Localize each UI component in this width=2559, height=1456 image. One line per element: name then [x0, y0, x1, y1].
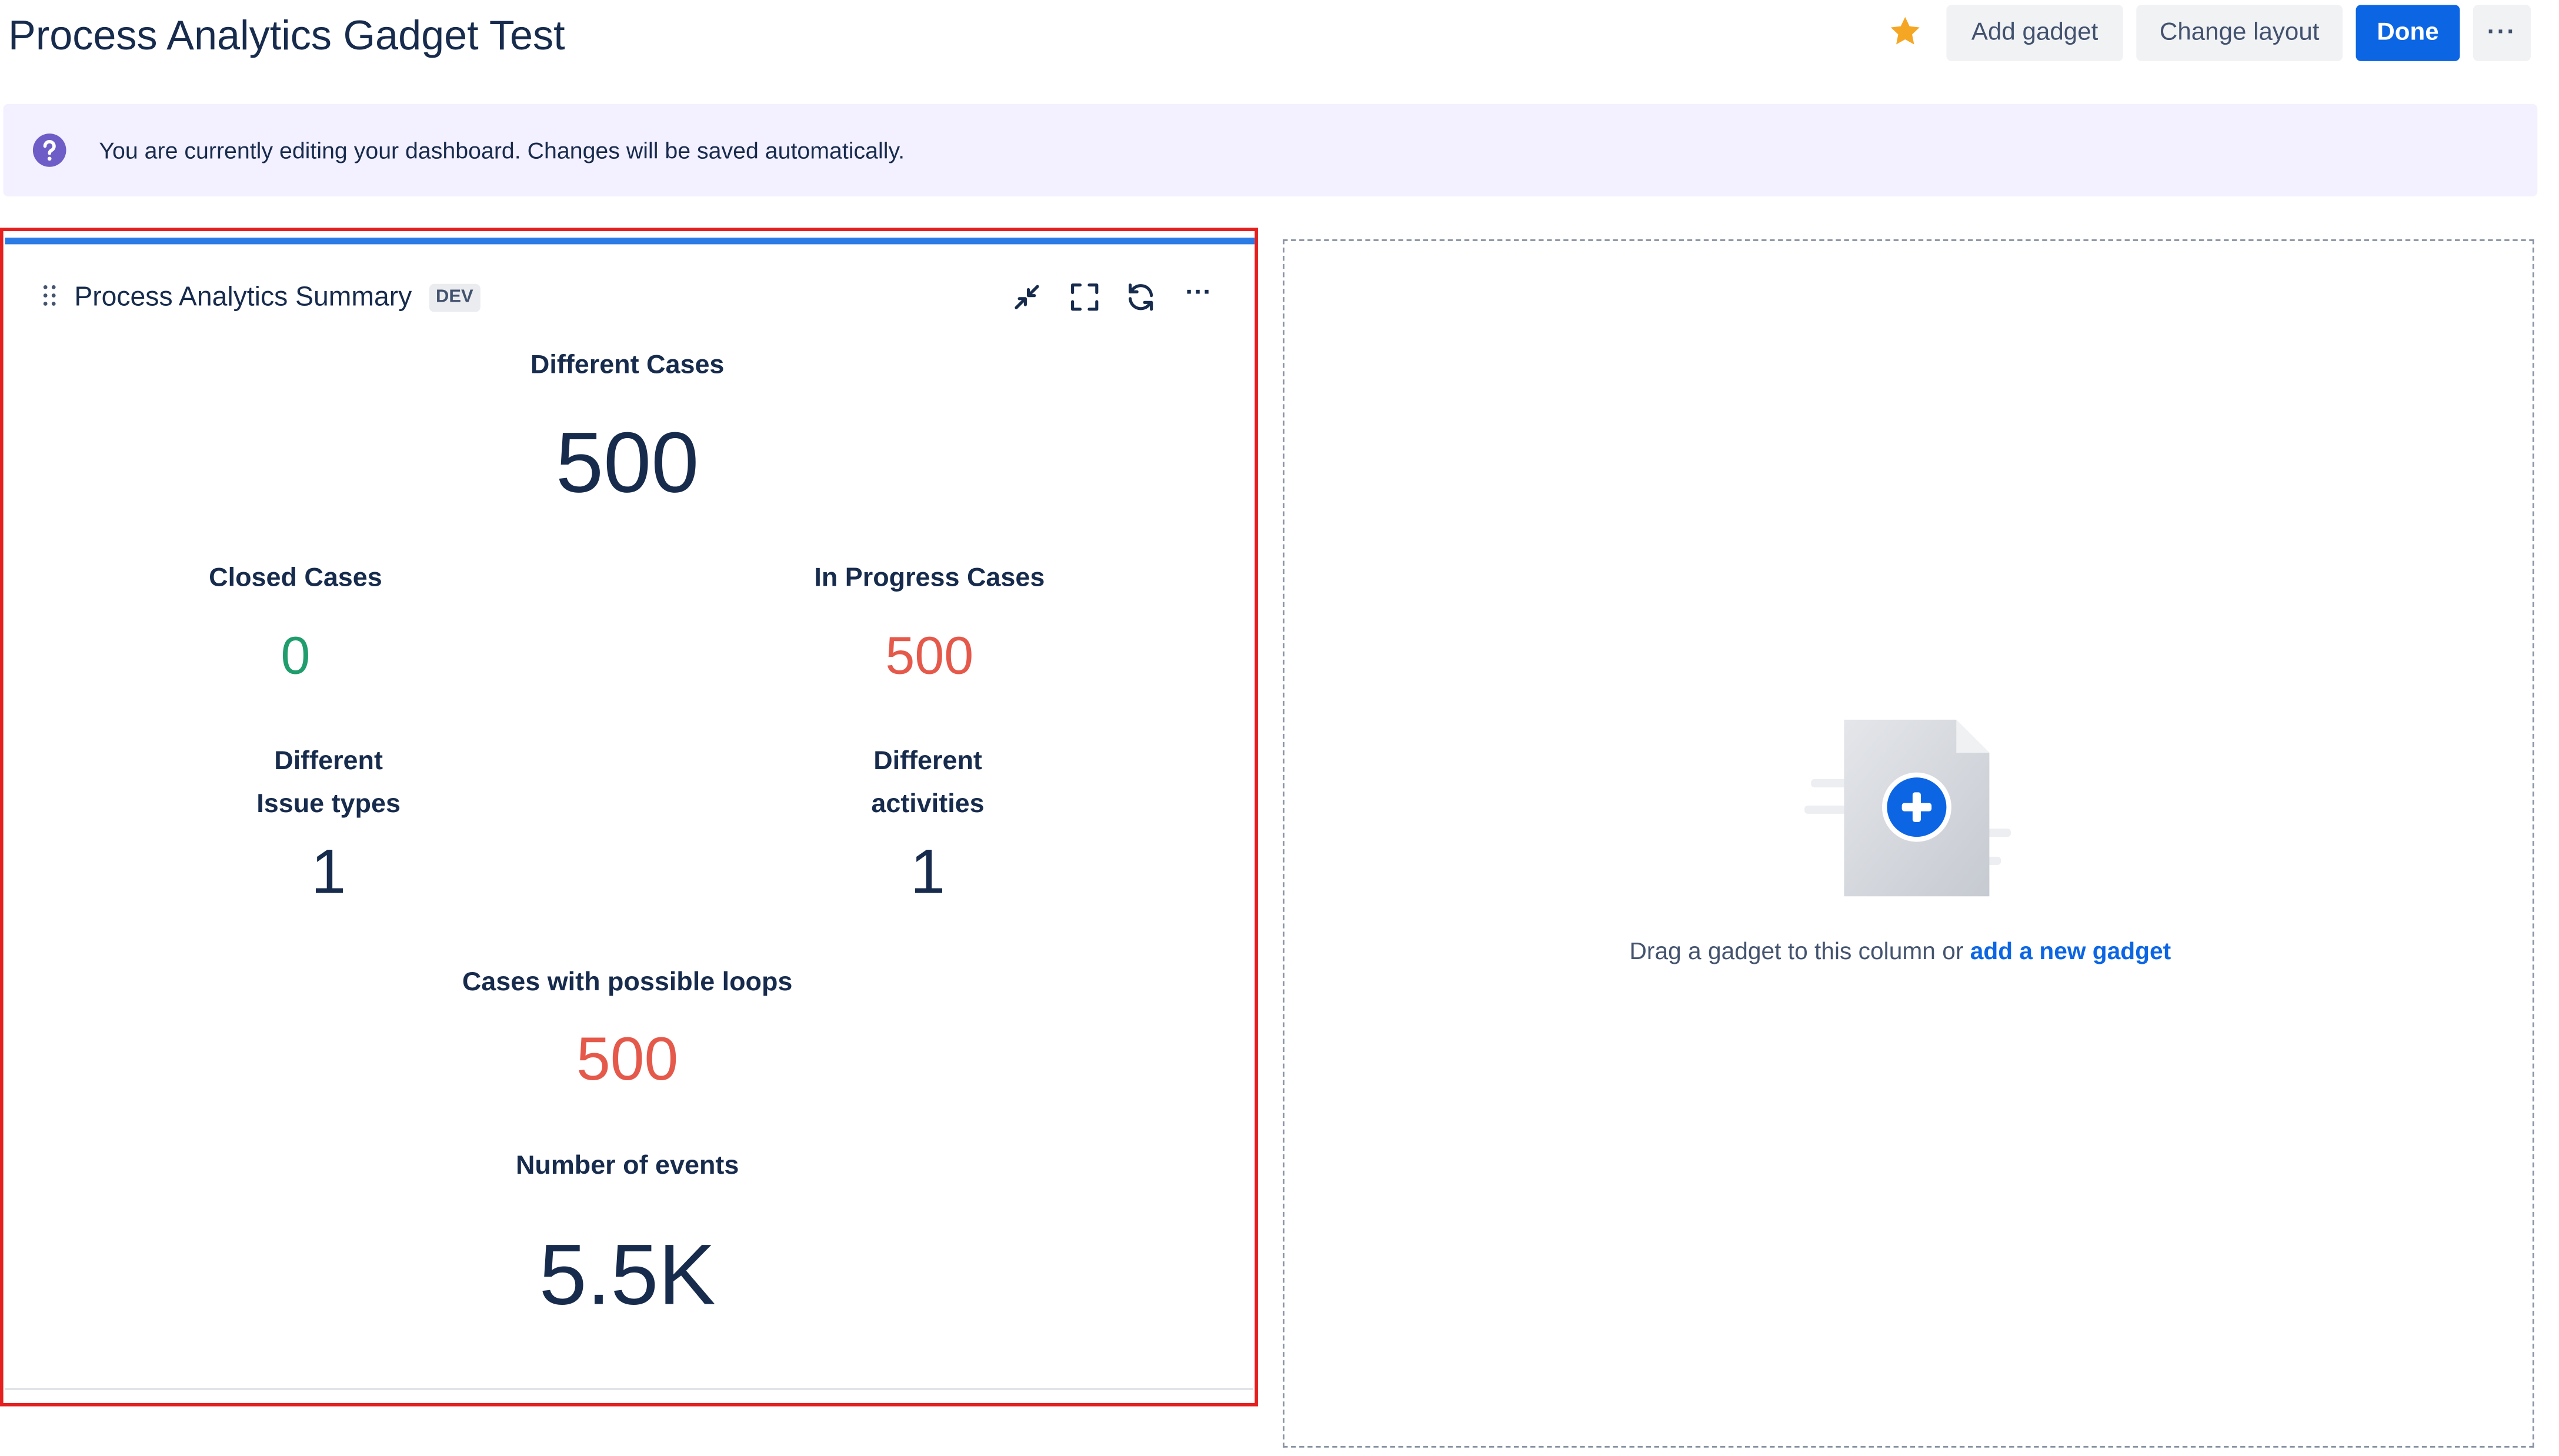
drag-handle-icon[interactable] — [41, 284, 58, 307]
more-actions-button[interactable]: ··· — [2473, 5, 2531, 61]
different-cases-label: Different Cases — [530, 351, 725, 380]
closed-cases-label: Closed Cases — [209, 564, 382, 593]
add-gadget-illustration — [1804, 719, 2011, 897]
star-icon[interactable] — [1887, 13, 1923, 49]
empty-column-message: Drag a gadget to this column or add a ne… — [1630, 936, 2171, 969]
events-value: 5.5K — [539, 1228, 716, 1324]
fullscreen-icon[interactable] — [1066, 279, 1103, 315]
add-gadget-button[interactable]: Add gadget — [1946, 5, 2123, 61]
closed-cases-value: 0 — [281, 625, 311, 685]
empty-column-text: Drag a gadget to this column or — [1629, 939, 1970, 966]
loops-value: 500 — [576, 1025, 679, 1093]
in-progress-cases-label: In Progress Cases — [814, 564, 1045, 593]
activities-label-line1: Different — [873, 747, 982, 776]
gadget-color-bar — [5, 238, 1255, 245]
gadget-title: Process Analytics Summary — [74, 282, 412, 312]
question-icon — [32, 133, 66, 167]
issue-types-label-line2: Issue types — [256, 790, 401, 819]
dev-badge: DEV — [429, 283, 480, 312]
gadget-divider — [5, 1388, 1253, 1390]
activities-value: 1 — [910, 838, 946, 908]
minimize-icon[interactable] — [1009, 279, 1045, 315]
done-button[interactable]: Done — [2356, 5, 2460, 61]
refresh-icon[interactable] — [1123, 279, 1159, 315]
events-label: Number of events — [515, 1152, 739, 1181]
issue-types-value: 1 — [311, 838, 346, 908]
gadget-more-icon[interactable]: ··· — [1179, 274, 1218, 313]
edit-info-text: You are currently editing your dashboard… — [99, 136, 905, 163]
issue-types-label-line1: Different — [274, 747, 383, 776]
add-new-gadget-link[interactable]: add a new gadget — [1970, 939, 2171, 966]
activities-label-line2: activities — [871, 790, 985, 819]
in-progress-cases-value: 500 — [885, 625, 974, 685]
loops-label: Cases with possible loops — [462, 969, 793, 997]
different-cases-value: 500 — [555, 416, 699, 512]
page-title: Process Analytics Gadget Test — [8, 13, 565, 60]
change-layout-button[interactable]: Change layout — [2136, 5, 2343, 61]
